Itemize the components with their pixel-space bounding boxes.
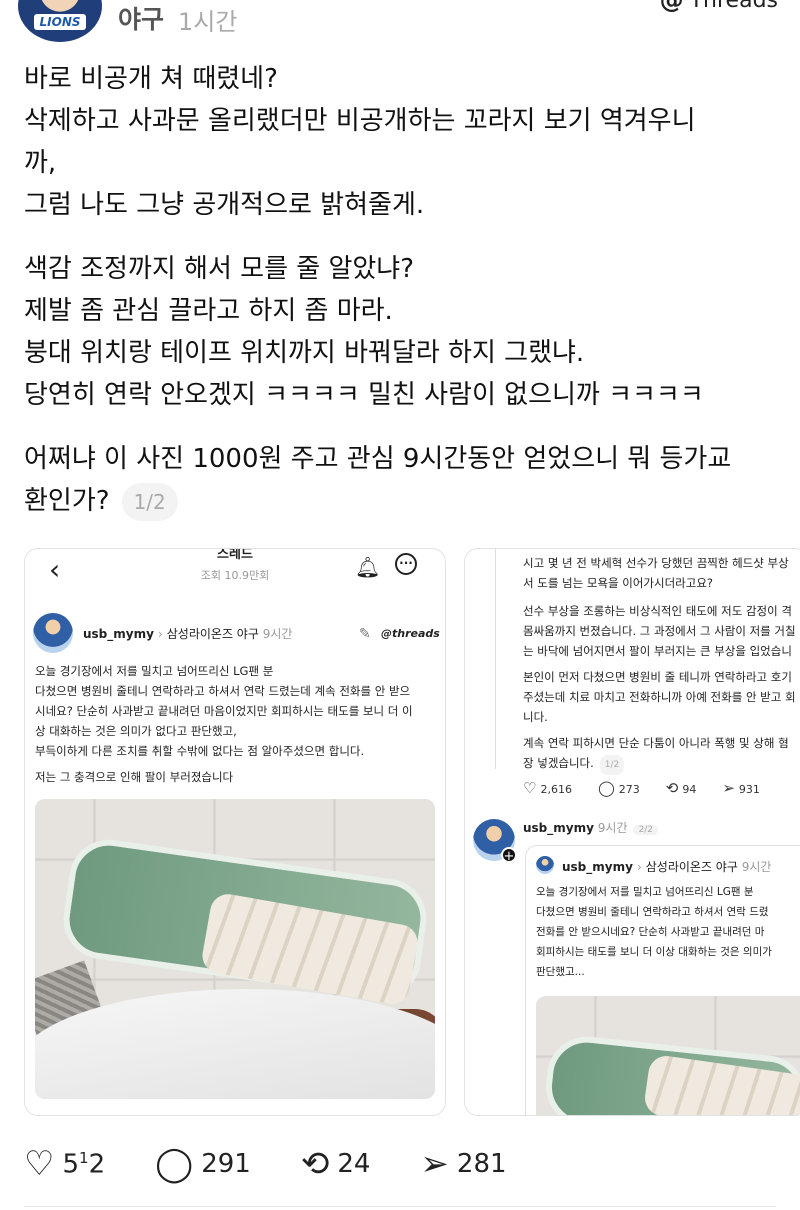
author-name: usb_mymy (83, 627, 154, 641)
comment-icon: ◯ (155, 1144, 194, 1184)
reply-count: 291 (201, 1149, 251, 1179)
more-icon: ··· (395, 553, 417, 575)
injury-photo (35, 799, 435, 1099)
thread-body-end: 계속 연락 피하시면 단순 다툼이 아니라 폭행 및 상해 혐 장 넣겠습니다.… (523, 733, 800, 775)
share-icon: ➢ (420, 1144, 449, 1184)
stat-reposts[interactable]: ⟲ 94 (666, 779, 697, 797)
thread-body: 오늘 경기장에서 저를 밀치고 넘어뜨리신 LG팬 분 다쳤으면 병원비 줄테니… (35, 664, 413, 758)
stat-reposts-count: 94 (682, 783, 697, 796)
thread-title: 스레드 (217, 548, 253, 562)
reply-pager: 2/2 (633, 825, 658, 835)
quote-meta: usb_mymy › 삼성라이온즈 야구 9시간 (562, 858, 771, 875)
post-actions: ♡ 512 ◯ 291 ⟲ 24 ➢ 281 (24, 1142, 557, 1186)
quote-group: 삼성라이온즈 야구 (645, 860, 738, 874)
author-group: 삼성라이온즈 야구 (166, 627, 259, 641)
post-paragraph: 어쩌냐 이 사진 1000원 주고 관심 9시간동안 얻었으니 뭐 등가교 환인… (24, 438, 784, 522)
username[interactable]: 야구 (118, 0, 164, 36)
post-paragraph: 색감 조정까지 해서 모를 줄 알았냐? 제발 좀 관심 끌라고 하지 좀 마라… (24, 254, 704, 410)
like-count-base: 5 (62, 1149, 80, 1180)
quote-avatar (536, 856, 554, 874)
post-paragraph: 바로 비공개 쳐 때렸네? 삭제하고 사과문 올리랬더만 비공개하는 꼬라지 보… (24, 64, 696, 220)
quote-body: 오늘 경기장에서 저를 밀치고 넘어뜨리신 LG팬 분 다쳤으면 병원비 줄테니… (536, 886, 772, 978)
repost-count: 24 (337, 1149, 371, 1179)
stat-shares-count: 931 (738, 783, 760, 796)
like-count-tail: 2 (88, 1149, 106, 1180)
view-count: 조회 10.9만회 (200, 569, 270, 582)
pencil-icon: ✎ (359, 626, 371, 642)
stat-likes[interactable]: ♡ 2,616 (523, 779, 572, 797)
quote-author: usb_mymy (562, 860, 633, 874)
reply-author: usb_mymy (523, 821, 594, 835)
heart-icon: ♡ (24, 1144, 55, 1184)
threads-watermark-label: threads (392, 627, 440, 640)
quote-photo (536, 996, 800, 1115)
share-count: 281 (456, 1149, 507, 1179)
heart-icon: ♡ (523, 779, 537, 797)
threads-brand[interactable]: @ Threads (660, 0, 778, 14)
like-button[interactable]: ♡ 512 (24, 1147, 105, 1181)
post-header: LIONS 야구 1시간 @ Threads (0, 0, 800, 50)
author-avatar (33, 613, 73, 653)
thread-body-mid2: 본인이 먼저 다쳤으면 병원비 줄 테니까 연락하라고 호기 주셨는데 치료 마… (523, 670, 796, 724)
reply-meta: usb_mymy 9시간 2/2 (523, 819, 658, 836)
like-count-sup: 1 (79, 1148, 89, 1167)
thread-body-end-text: 계속 연락 피하시면 단순 다툼이 아니라 폭행 및 상해 혐 장 넣겠습니다. (523, 736, 789, 770)
post-time: 1시간 (178, 8, 238, 36)
chevron-right-icon: › (636, 860, 642, 874)
quoted-post[interactable]: usb_mymy › 삼성라이온즈 야구 9시간 오늘 경기장에서 저를 밀치고 넘… (525, 845, 800, 1115)
thread-connector (495, 549, 496, 769)
stat-shares[interactable]: ➢ 931 (722, 779, 760, 797)
author-time: 9시간 (262, 627, 293, 641)
avatar[interactable]: LIONS (18, 0, 102, 42)
post-body: 바로 비공개 쳐 때렸네? 삭제하고 사과문 올리랬더만 비공개하는 꼬라지 보… (24, 58, 784, 522)
thread-pager: 1/2 (599, 755, 625, 775)
reply-button[interactable]: ◯ 291 (155, 1147, 251, 1181)
share-button[interactable]: ➢ 281 (420, 1147, 506, 1181)
stat-replies[interactable]: ◯ 273 (598, 779, 640, 797)
screenshot-card-2[interactable]: 시고 몇 년 전 박세혁 선수가 당했던 끔찍한 헤드샷 부상 서 도를 넘는 … (464, 548, 800, 1116)
plus-icon[interactable]: + (501, 847, 517, 864)
comment-icon: ◯ (597, 779, 615, 797)
quote-time: 9시간 (741, 860, 772, 874)
author-meta: usb_mymy › 삼성라이온즈 야구 9시간 (83, 625, 292, 642)
stat-replies-count: 273 (618, 783, 640, 796)
bell-icon: 🔔︎ (355, 555, 381, 579)
repost-icon: ⟲ (300, 1144, 330, 1184)
threads-logo-icon: @ (659, 0, 684, 14)
chevron-right-icon: › (157, 627, 163, 641)
thread-body-top: 시고 몇 년 전 박세혁 선수가 당했던 끔찍한 헤드샷 부상 서 도를 넘는 … (523, 556, 789, 590)
thread-topbar: ‹ 스레드 조회 10.9만회 🔔︎ ··· (25, 549, 445, 593)
threads-watermark: @threads (381, 627, 440, 640)
thread-body-mid: 선수 부상을 조롱하는 비상식적인 태도에 저도 감정이 격 몸싸움까지 번졌습… (523, 604, 796, 658)
thread-stats: ♡ 2,616 ◯ 273 ⟲ 94 ➢ 931 (523, 779, 760, 797)
like-count: 512 (62, 1149, 105, 1180)
reply-time: 9시간 (597, 821, 628, 835)
thread-body-2: 저는 그 충격으로 인해 팔이 부러졌습니다 (35, 770, 234, 784)
image-pager: 1/2 (121, 482, 178, 521)
stat-likes-count: 2,616 (540, 783, 572, 796)
lions-logo: LIONS (34, 14, 86, 30)
share-icon: ➢ (722, 779, 735, 797)
repost-button[interactable]: ⟲ 24 (301, 1147, 371, 1181)
screenshot-card-1[interactable]: ‹ 스레드 조회 10.9만회 🔔︎ ··· usb_mymy › 삼성라이온즈 야… (24, 548, 446, 1116)
divider (24, 1206, 776, 1207)
brand-label: Threads (689, 0, 778, 13)
repost-icon: ⟲ (665, 779, 679, 797)
